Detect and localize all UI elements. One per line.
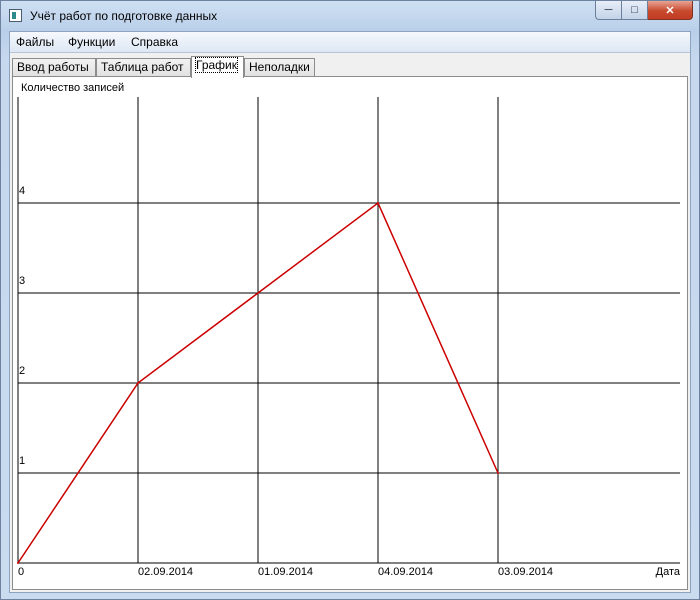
- tab-work-entry[interactable]: Ввод работы: [12, 58, 96, 76]
- close-button[interactable]: ✕: [648, 1, 693, 20]
- x-tick-label-4: 03.09.2014: [498, 566, 553, 578]
- window-title: Учёт работ по подготовке данных: [30, 9, 218, 23]
- data-point-4: [497, 472, 499, 474]
- x-axis-label: Дата: [656, 566, 681, 578]
- title-bar[interactable]: Учёт работ по подготовке данных ─ □ ✕: [1, 1, 699, 31]
- x-tick-label-2: 01.09.2014: [258, 566, 313, 578]
- minimize-button[interactable]: ─: [595, 1, 622, 20]
- y-axis-label: Количество записей: [21, 82, 124, 94]
- data-point-3: [377, 202, 379, 204]
- chart-panel: 1 2 3 4 0 02.09.2014 01.09.2014 04.09.2014 03.09…: [12, 76, 688, 590]
- app-icon: [9, 9, 22, 22]
- line-chart: 1 2 3 4 0 02.09.2014 01.09.2014 04.09.2014 03.09…: [17, 82, 681, 578]
- data-point-0: [17, 562, 19, 564]
- tab-chart[interactable]: График: [191, 56, 244, 78]
- y-tick-label-4: 4: [19, 185, 25, 197]
- tab-work-table[interactable]: Таблица работ: [96, 58, 191, 76]
- tab-label: Ввод работы: [17, 60, 89, 74]
- data-point-1: [137, 382, 139, 384]
- client-area: Файлы Функции Справка Ввод работы Таблиц…: [9, 31, 691, 593]
- menu-bar: Файлы Функции Справка: [10, 32, 690, 53]
- tab-label: Таблица работ: [101, 60, 184, 74]
- close-icon: ✕: [665, 4, 675, 17]
- y-tick-label-1: 1: [19, 455, 25, 467]
- maximize-button[interactable]: □: [622, 1, 648, 20]
- tab-label: Неполадки: [249, 60, 310, 74]
- data-point-2: [257, 292, 259, 294]
- x-tick-label-3: 04.09.2014: [378, 566, 433, 578]
- y-tick-label-3: 3: [19, 275, 25, 287]
- x-tick-label-0: 0: [18, 566, 24, 578]
- menu-files[interactable]: Файлы: [16, 35, 54, 49]
- tab-label: График: [195, 57, 238, 73]
- menu-help[interactable]: Справка: [131, 35, 178, 49]
- minimize-icon: ─: [604, 4, 613, 16]
- x-tick-label-1: 02.09.2014: [138, 566, 193, 578]
- y-tick-label-2: 2: [19, 365, 25, 377]
- tab-issues[interactable]: Неполадки: [244, 58, 315, 76]
- maximize-icon: □: [631, 4, 638, 16]
- menu-functions[interactable]: Функции: [68, 35, 115, 49]
- app-window: Учёт работ по подготовке данных ─ □ ✕ Фа…: [0, 0, 700, 600]
